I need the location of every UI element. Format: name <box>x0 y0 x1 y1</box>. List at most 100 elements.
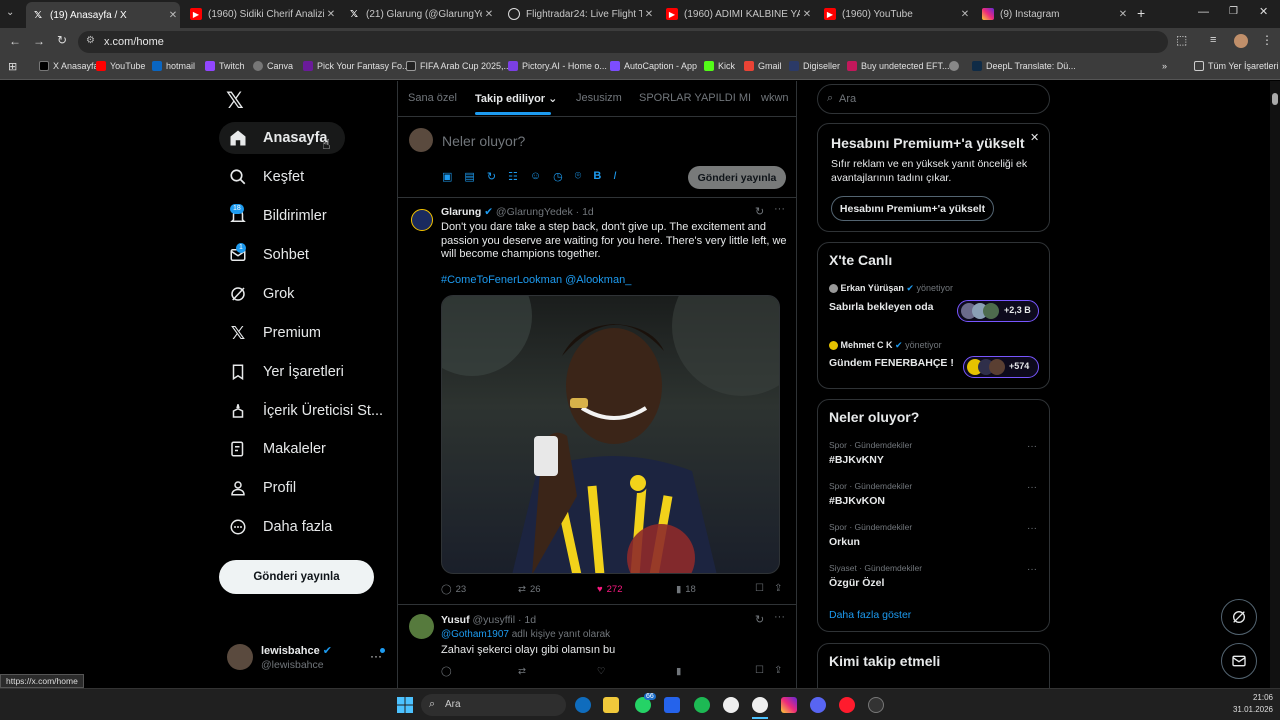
file-explorer-icon[interactable] <box>603 697 619 713</box>
bookmark-item[interactable]: Buy undetected EFT... <box>847 61 950 71</box>
windows-start-icon[interactable] <box>397 697 413 713</box>
more-icon[interactable]: ··· <box>774 203 785 215</box>
nav-creator-studio[interactable]: İçerik Üreticisi St... <box>219 395 383 427</box>
tab-for-you[interactable]: Sana özel <box>408 92 457 104</box>
bookmark-item[interactable]: Canva <box>253 61 293 71</box>
edge-icon[interactable] <box>575 697 591 713</box>
repost-action[interactable]: ⇄ 26 <box>518 584 541 595</box>
image-icon[interactable]: ▣ <box>442 170 452 183</box>
media-icon[interactable]: ≡ <box>1210 34 1216 46</box>
premium-upgrade-button[interactable]: Hesabını Premium+'a yükselt <box>831 196 994 221</box>
store-icon[interactable] <box>664 697 680 713</box>
bookmark-item[interactable]: hotmail <box>152 61 195 71</box>
bold-icon[interactable]: B <box>593 170 601 183</box>
chrome-icon[interactable] <box>752 697 768 713</box>
tab-following[interactable]: Takip ediliyor ⌄ <box>475 92 557 105</box>
account-name[interactable]: lewisbahce ✔ <box>261 644 332 657</box>
composer-post-button[interactable]: Gönderi yayınla <box>688 166 786 189</box>
opera-icon[interactable] <box>839 697 855 713</box>
emoji-icon[interactable]: ☺ <box>530 170 541 183</box>
scrollbar-thumb[interactable] <box>1272 93 1278 105</box>
bookmark-item[interactable]: YouTube <box>96 61 145 71</box>
live-listeners-pill[interactable]: +2,3 B <box>957 300 1039 322</box>
tab-list[interactable]: Jesusizm <box>576 92 622 104</box>
tab-list[interactable]: SPORLAR YAPILDI MI <box>639 92 751 104</box>
messages-float-button[interactable] <box>1221 643 1257 679</box>
close-window-icon[interactable]: ✕ <box>1259 5 1268 18</box>
browser-tab[interactable]: (9) Instagram ✕ <box>976 4 1130 24</box>
chatgpt-icon[interactable] <box>723 697 739 713</box>
reload-icon[interactable]: ↻ <box>57 33 67 47</box>
bookmark-item[interactable]: DeepL Translate: Dü... <box>972 61 1076 71</box>
browser-tab[interactable]: ▶ (1960) Sidiki Cherif Analizi: Fen ✕ <box>184 4 338 24</box>
poll-icon[interactable]: ☷ <box>508 170 518 183</box>
tab-search-icon[interactable]: ⌄ <box>6 7 14 18</box>
composer-input[interactable]: Neler oluyor? <box>442 133 525 149</box>
heart-icon[interactable]: ♡ <box>597 666 606 677</box>
bookmark-item[interactable]: Digiseller <box>789 61 840 71</box>
nav-grok[interactable]: Grok <box>219 278 294 310</box>
bookmark-item[interactable] <box>949 61 963 71</box>
share-icon[interactable]: ⇪ <box>774 665 782 676</box>
nav-bookmarks[interactable]: Yer İşaretleri <box>219 356 344 388</box>
extensions-icon[interactable]: ⬚ <box>1176 33 1187 47</box>
reply-to-link[interactable]: @Gotham1907 <box>441 629 509 640</box>
schedule-icon[interactable]: ◷ <box>553 170 563 183</box>
close-icon[interactable]: ✕ <box>482 9 496 20</box>
chart-icon[interactable]: ▮ <box>676 666 681 677</box>
nav-notifications[interactable]: Bildirimler 18 <box>219 200 327 232</box>
new-tab-icon[interactable]: + <box>1137 5 1145 21</box>
search-input[interactable]: ⌕ Ara <box>817 84 1050 114</box>
browser-tab[interactable]: 𝕏 (19) Anasayfa / X ✕ <box>26 2 180 28</box>
discord-icon[interactable] <box>810 697 826 713</box>
italic-icon[interactable]: I <box>613 170 616 183</box>
bookmark-icon[interactable]: ☐ <box>755 583 764 594</box>
trend-more-icon[interactable]: ··· <box>1027 482 1037 493</box>
views-action[interactable]: ▮ 18 <box>676 584 696 595</box>
live-room-title[interactable]: Sabırla bekleyen oda <box>829 301 933 313</box>
site-info-icon[interactable]: ⚙ <box>86 35 95 46</box>
post-author-name[interactable]: Yusuf <box>441 614 470 626</box>
bookmark-item[interactable]: Kick <box>704 61 735 71</box>
x-logo-icon[interactable]: 𝕏 <box>226 88 244 114</box>
clock-date[interactable]: 31.01.2026 <box>1225 705 1273 714</box>
live-room-title[interactable]: Gündem FENERBAHÇE ! <box>829 357 954 369</box>
profile-avatar[interactable] <box>1234 34 1248 48</box>
repost-icon[interactable]: ⇄ <box>518 666 526 677</box>
share-icon[interactable]: ⇪ <box>774 583 782 594</box>
grok-icon[interactable]: ↻ <box>487 170 496 183</box>
close-icon[interactable]: ✕ <box>1116 9 1130 20</box>
grok-float-button[interactable] <box>1221 599 1257 635</box>
bookmark-item[interactable]: Gmail <box>744 61 782 71</box>
close-icon[interactable]: ✕ <box>166 10 180 21</box>
live-host[interactable]: Mehmet C K ✔ yönetiyor <box>829 340 942 351</box>
nav-more[interactable]: Daha fazla <box>219 511 332 543</box>
trend-more-icon[interactable]: ··· <box>1027 564 1037 575</box>
browser-tab[interactable]: ▶ (1960) ADIMI KALBİNE YAZ X B ✕ <box>660 4 814 24</box>
bookmark-item[interactable]: AutoCaption - App <box>610 61 697 71</box>
scrollbar[interactable] <box>1270 81 1280 688</box>
close-icon[interactable]: ✕ <box>958 9 972 20</box>
post-avatar[interactable] <box>409 614 434 639</box>
taskbar-search[interactable]: ⌕ Ara <box>421 694 566 716</box>
grok-icon[interactable]: ↻ <box>755 613 764 626</box>
browser-tab[interactable]: 𝕏 (21) Glarung (@GlarungYedek) ✕ <box>342 4 496 24</box>
forward-icon[interactable]: → <box>33 34 45 48</box>
more-bookmarks-icon[interactable]: » <box>1162 61 1167 71</box>
close-icon[interactable]: ✕ <box>1030 131 1039 144</box>
app-icon[interactable] <box>868 697 884 713</box>
trend-item[interactable]: Spor · Gündemdekiler #BJKvKON <box>829 481 1039 507</box>
browser-tab[interactable]: Flightradar24: Live Flight Tracke ✕ <box>502 4 656 24</box>
apps-grid-icon[interactable]: ⊞ <box>8 60 17 73</box>
reply-action[interactable]: ◯ 23 <box>441 584 466 595</box>
account-avatar[interactable] <box>227 644 253 670</box>
post-time[interactable]: 1d <box>582 206 594 218</box>
trend-item[interactable]: Spor · Gündemdekiler #BJKvKNY <box>829 440 1039 466</box>
grok-icon[interactable]: ↻ <box>755 205 764 218</box>
bookmark-item[interactable]: Pick Your Fantasy Fo... <box>303 61 410 71</box>
nav-profile[interactable]: Profil <box>219 472 296 504</box>
post-author-handle[interactable]: @GlarungYedek <box>496 206 573 218</box>
location-icon[interactable]: ⌾ <box>575 170 582 183</box>
minimize-icon[interactable]: — <box>1198 6 1209 18</box>
bookmark-item[interactable]: FIFA Arab Cup 2025,... <box>406 61 511 71</box>
